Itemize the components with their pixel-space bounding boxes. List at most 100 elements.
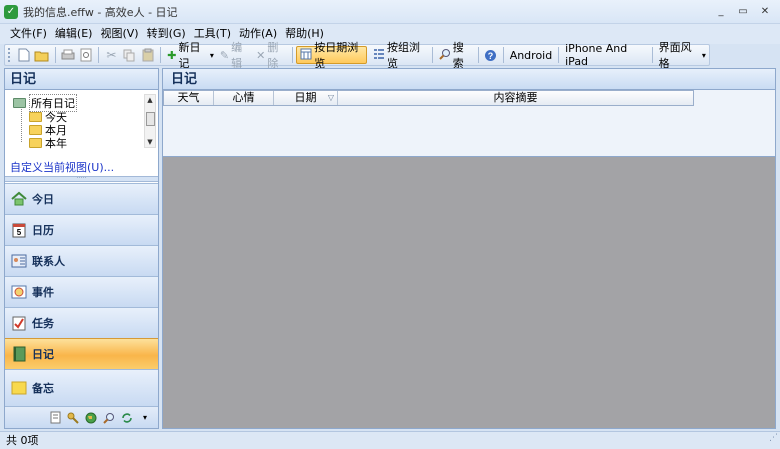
- folder-icon: [29, 111, 42, 122]
- tree-scrollbar[interactable]: ▲ ▼: [144, 94, 156, 148]
- diary-folder-tree: 所有日记 今天 本月 本年 ▲ ▼: [5, 91, 158, 150]
- delete-button[interactable]: ✕ 删除: [253, 41, 289, 70]
- search-icon: [439, 48, 451, 63]
- resize-grip-icon[interactable]: ⋰: [769, 430, 778, 447]
- tree-node-this-year[interactable]: 本年: [29, 136, 67, 150]
- cut-icon[interactable]: ✂: [103, 46, 119, 64]
- nav-calendar[interactable]: 5 日历: [5, 214, 158, 245]
- browse-by-group-button[interactable]: 按组浏览: [370, 41, 429, 70]
- sort-arrow-icon: ▽: [327, 93, 334, 102]
- iphone-ipad-button[interactable]: iPhone And iPad: [562, 42, 649, 68]
- print-preview-icon[interactable]: [78, 46, 94, 64]
- column-mood[interactable]: 心情: [214, 91, 274, 105]
- help-icon[interactable]: ?: [482, 46, 498, 64]
- diary-list[interactable]: 天气 心情 日期 ▽ 内容摘要: [163, 90, 775, 157]
- toolbar-separator: [651, 47, 653, 63]
- window-controls: _ ▭ ✕: [710, 4, 776, 20]
- copy-icon[interactable]: [122, 46, 138, 64]
- toolbar-grip[interactable]: [8, 48, 11, 62]
- list-header-row: 天气 心情 日期 ▽ 内容摘要: [163, 90, 694, 106]
- nav-label: 日记: [32, 348, 54, 361]
- navigation-pane-title: 日记: [5, 69, 158, 90]
- memo-icon: [10, 379, 28, 397]
- scroll-up-icon[interactable]: ▲: [145, 95, 155, 105]
- content-pane: 日记 天气 心情 日期 ▽ 内容摘要: [162, 68, 776, 429]
- toolbar-separator: [292, 47, 294, 63]
- column-date-label: 日期: [294, 91, 317, 104]
- nav-label: 日历: [32, 224, 54, 237]
- status-bar: 共 0项 ⋰: [0, 431, 780, 449]
- nav-memo[interactable]: 备忘: [5, 369, 158, 406]
- maximize-button[interactable]: ▭: [732, 4, 754, 20]
- column-summary[interactable]: 内容摘要: [338, 91, 693, 105]
- content-pane-title: 日记: [163, 69, 775, 90]
- window-title: 我的信息.effw - 高效e人 - 日记: [23, 5, 178, 19]
- print-icon[interactable]: [60, 46, 76, 64]
- tree-node-all-diaries[interactable]: 所有日记: [13, 93, 77, 112]
- folder-icon: [29, 137, 42, 148]
- chevron-down-icon[interactable]: ▾: [138, 411, 152, 425]
- contacts-icon: [10, 252, 28, 270]
- tree-node-label: 本年: [45, 136, 67, 150]
- chevron-down-icon[interactable]: ▾: [210, 51, 214, 60]
- nav-tasks[interactable]: 任务: [5, 307, 158, 338]
- nav-label: 备忘: [32, 382, 54, 395]
- browse-by-date-label: 按日期浏览: [314, 41, 359, 70]
- navigation-pane: 日记 所有日记 今天 本月 本年 ▲ ▼ 自定义当前视图(U)... ·····: [4, 68, 159, 429]
- task-icon: [10, 314, 28, 332]
- find-icon[interactable]: [102, 411, 116, 425]
- diary-icon: [10, 345, 28, 363]
- title-bar: ✓ 我的信息.effw - 高效e人 - 日记 _ ▭ ✕: [0, 0, 780, 24]
- column-date[interactable]: 日期 ▽: [274, 91, 338, 105]
- toolbar-separator: [160, 47, 162, 63]
- menu-view[interactable]: 视图(V): [96, 24, 142, 44]
- customize-view-link[interactable]: 自定义当前视图(U)...: [10, 159, 114, 175]
- nav-label: 事件: [32, 286, 54, 299]
- android-button[interactable]: Android: [507, 46, 556, 64]
- edit-button[interactable]: ✎ 编辑: [217, 41, 253, 70]
- nav-label: 联系人: [32, 255, 65, 268]
- column-weather[interactable]: 天气: [164, 91, 214, 105]
- new-diary-button[interactable]: ✚ 新日记 ▾: [164, 41, 217, 70]
- menu-edit[interactable]: 编辑(E): [51, 24, 97, 44]
- nav-events[interactable]: 事件: [5, 276, 158, 307]
- svg-text:?: ?: [488, 51, 494, 61]
- edit-icon: ✎: [219, 48, 230, 62]
- menu-file[interactable]: 文件(F): [6, 24, 51, 44]
- toolbar: ✂ ✚ 新日记 ▾ ✎ 编辑 ✕ 删除 按日期浏览 按组浏览 搜索 ? Andr…: [4, 41, 710, 70]
- calendar-grid-icon: [300, 48, 312, 63]
- key-icon[interactable]: [66, 411, 80, 425]
- search-button[interactable]: 搜索: [436, 41, 475, 70]
- search-label: 搜索: [452, 41, 464, 70]
- minimize-button[interactable]: _: [710, 4, 732, 20]
- toolbar-separator: [54, 47, 56, 63]
- nav-diary[interactable]: 日记: [5, 338, 158, 369]
- tree-connector: [21, 105, 22, 142]
- new-diary-label: 新日记: [178, 41, 201, 70]
- app-icon: ✓: [4, 4, 18, 19]
- chevron-down-icon: ▾: [701, 50, 706, 60]
- edit-label: 编辑: [231, 41, 243, 70]
- paste-icon[interactable]: [140, 46, 156, 64]
- globe-icon[interactable]: [84, 411, 98, 425]
- nav-today[interactable]: 今日: [5, 183, 158, 214]
- close-button[interactable]: ✕: [754, 4, 776, 20]
- browse-by-date-button[interactable]: 按日期浏览: [296, 41, 368, 70]
- nav-contacts[interactable]: 联系人: [5, 245, 158, 276]
- group-list-icon: [373, 48, 385, 63]
- scroll-down-icon[interactable]: ▼: [145, 137, 155, 147]
- scrollbar-thumb[interactable]: [146, 112, 155, 126]
- ui-style-button[interactable]: 界面风格 ▾: [656, 41, 709, 70]
- svg-text:5: 5: [17, 228, 22, 237]
- event-icon: [10, 283, 28, 301]
- home-icon: [10, 190, 28, 208]
- open-folder-icon[interactable]: [34, 46, 50, 64]
- calendar-icon: 5: [10, 221, 28, 239]
- plus-icon: ✚: [167, 48, 177, 62]
- new-file-icon[interactable]: [16, 46, 32, 64]
- sync-icon[interactable]: [120, 411, 134, 425]
- ui-style-label: 界面风格: [658, 41, 692, 70]
- folder-icon: [29, 124, 42, 135]
- notes-icon[interactable]: [48, 411, 62, 425]
- pane-splitter[interactable]: ·····: [5, 176, 158, 182]
